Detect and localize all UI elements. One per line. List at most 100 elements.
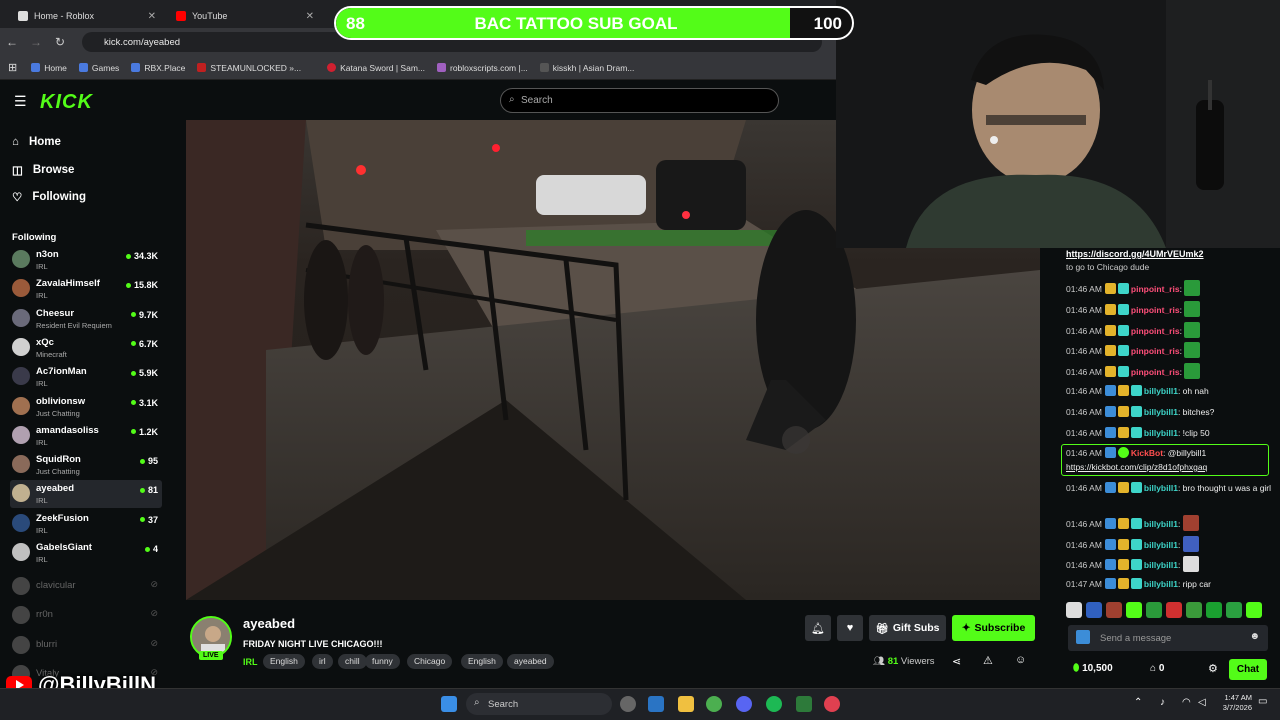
channel-points[interactable]: ⬮ 10,500	[1073, 663, 1113, 674]
gift-icon: 🎁︎	[875, 622, 889, 635]
apps-grid-icon[interactable]: ⊞	[8, 61, 17, 74]
kick-logo[interactable]: KICK	[40, 91, 93, 114]
following-item[interactable]: n3on IRL 34.3K	[10, 246, 162, 274]
msg-user[interactable]: billybill1	[1144, 560, 1178, 570]
chat-send-button[interactable]: Chat	[1229, 659, 1267, 680]
opera-icon[interactable]	[824, 696, 840, 712]
settings-gear-icon[interactable]: ⚙	[1208, 662, 1218, 675]
emote-icon[interactable]	[1166, 602, 1182, 618]
offline-item[interactable]: rr0n ⊘	[10, 605, 162, 625]
menu-icon[interactable]: ☰	[14, 93, 27, 110]
share-icon[interactable]: ⋖	[952, 655, 961, 668]
emote-icon[interactable]	[1066, 602, 1082, 618]
bookmark[interactable]: RBX.Place	[131, 63, 185, 73]
emote-icon[interactable]	[1246, 602, 1262, 618]
msg-user[interactable]: billybill1	[1144, 428, 1178, 438]
stream-tag[interactable]: English	[461, 654, 503, 669]
emote-icon[interactable]	[1206, 602, 1222, 618]
discord-icon[interactable]	[736, 696, 752, 712]
user-icon[interactable]: ☺	[1015, 654, 1026, 666]
folder-icon[interactable]	[678, 696, 694, 712]
back-icon[interactable]: ←	[0, 35, 24, 49]
bookmark[interactable]: Katana Sword | Sam...	[327, 63, 425, 73]
stream-tag[interactable]: irl	[312, 654, 333, 669]
bookmark[interactable]: Games	[78, 63, 119, 73]
notification-icon[interactable]: ▭	[1258, 696, 1267, 707]
close-icon[interactable]: ✕	[148, 11, 156, 22]
stream-tag[interactable]: funny	[365, 654, 400, 669]
msg-user[interactable]: pinpoint_ris	[1131, 326, 1180, 336]
emote-icon[interactable]	[1106, 602, 1122, 618]
tab-youtube[interactable]: YouTube ✕	[166, 4, 322, 28]
search-input[interactable]: ⌕ Search	[500, 88, 779, 113]
subscribe-button[interactable]: ✦ Subscribe	[952, 615, 1035, 641]
follow-button[interactable]: ♥	[837, 615, 863, 641]
emote-icon[interactable]	[1086, 602, 1102, 618]
spotify-icon[interactable]	[766, 696, 782, 712]
msg-user[interactable]: pinpoint_ris	[1131, 305, 1180, 315]
following-item[interactable]: ZeekFusion IRL 37	[10, 510, 162, 538]
bookmark[interactable]: kisskh | Asian Dram...	[539, 63, 634, 73]
msg-user[interactable]: billybill1	[1144, 579, 1178, 589]
stream-category[interactable]: IRL	[243, 657, 258, 667]
windows-start-icon[interactable]	[441, 696, 457, 712]
emote-icon[interactable]	[1146, 602, 1162, 618]
following-item[interactable]: ZavalaHimself IRL 15.8K	[10, 275, 162, 303]
stream-tag[interactable]: Chicago	[407, 654, 453, 669]
streamer-name[interactable]: ayeabed	[243, 616, 295, 631]
nav-browse[interactable]: ◫ Browse	[12, 163, 74, 177]
stream-tag[interactable]: English	[263, 654, 305, 669]
store-icon[interactable]	[648, 696, 664, 712]
following-item[interactable]: ayeabed IRL 81	[10, 480, 162, 509]
following-item[interactable]: GabelsGiant IRL 4	[10, 539, 162, 567]
clip-link[interactable]: https://kickbot.com/clip/z8d1ofphxgaq	[1066, 462, 1207, 472]
forward-icon[interactable]: →	[24, 35, 48, 49]
emote-icon[interactable]	[1226, 602, 1242, 618]
msg-user[interactable]: pinpoint_ris	[1131, 346, 1180, 356]
following-item[interactable]: xQc Minecraft 6.7K	[10, 334, 162, 362]
taskbar-clock[interactable]: 1:47 AM 3/7/2026	[1212, 693, 1252, 713]
msg-user[interactable]: pinpoint_ris	[1131, 367, 1180, 377]
emote-icon[interactable]	[1126, 602, 1142, 618]
app-icon[interactable]	[796, 696, 812, 712]
offline-item[interactable]: blurri ⊘	[10, 635, 162, 655]
bookmark[interactable]: robloxscripts.com |...	[437, 63, 528, 73]
bookmark[interactable]: Home	[31, 63, 67, 73]
msg-user[interactable]: pinpoint_ris	[1131, 284, 1180, 294]
mouse-icon[interactable]	[620, 696, 636, 712]
following-item[interactable]: Cheesur Resident Evil Requiem 9.7K	[10, 305, 162, 333]
following-item[interactable]: SquidRon Just Chatting 95	[10, 451, 162, 479]
chat-pinned-link[interactable]: https://discord.gg/4UMrVEUmk2	[1066, 249, 1204, 259]
chat-input[interactable]: Send a message ☻	[1068, 625, 1268, 651]
tab-roblox[interactable]: Home - Roblox ✕	[8, 4, 164, 28]
chrome-icon[interactable]	[706, 696, 722, 712]
msg-user[interactable]: billybill1	[1144, 407, 1178, 417]
offline-item[interactable]: clavicular ⊘	[10, 576, 162, 596]
report-icon[interactable]: ⚠	[983, 654, 993, 667]
emoji-icon[interactable]: ☻	[1249, 631, 1260, 642]
msg-text: bro thought u was a girl	[1182, 483, 1272, 493]
msg-user[interactable]: billybill1	[1144, 483, 1178, 493]
bookmark[interactable]: STEAMUNLOCKED »...	[197, 63, 301, 73]
stream-tag[interactable]: ayeabed	[507, 654, 554, 669]
taskbar-search[interactable]: ⌕ Search	[466, 693, 612, 715]
microphone-icon[interactable]: ♪	[1160, 697, 1165, 708]
reload-icon[interactable]: ↻	[48, 35, 72, 49]
msg-user[interactable]: billybill1	[1144, 519, 1178, 529]
stream-tag[interactable]: chill	[338, 654, 367, 669]
msg-user[interactable]: billybill1	[1144, 540, 1178, 550]
msg-user[interactable]: KickBot	[1131, 448, 1163, 458]
chevron-up-icon[interactable]: ⌃	[1134, 697, 1142, 708]
following-item[interactable]: amandasoliss IRL 1.2K	[10, 422, 162, 450]
wifi-icon[interactable]: ◠	[1182, 697, 1191, 708]
close-icon[interactable]: ✕	[306, 11, 314, 22]
notification-bell-button[interactable]: 🔔︎	[805, 615, 831, 641]
nav-home[interactable]: ⌂ Home	[12, 136, 61, 148]
nav-following[interactable]: ♡ Following	[12, 190, 86, 204]
emote-icon[interactable]	[1186, 602, 1202, 618]
msg-user[interactable]: billybill1	[1144, 386, 1178, 396]
following-item[interactable]: Ac7ionMan IRL 5.9K	[10, 363, 162, 391]
following-item[interactable]: oblivionsw Just Chatting 3.1K	[10, 393, 162, 421]
volume-icon[interactable]: ◁	[1198, 697, 1206, 708]
gift-subs-button[interactable]: 🎁︎ Gift Subs	[869, 615, 946, 641]
